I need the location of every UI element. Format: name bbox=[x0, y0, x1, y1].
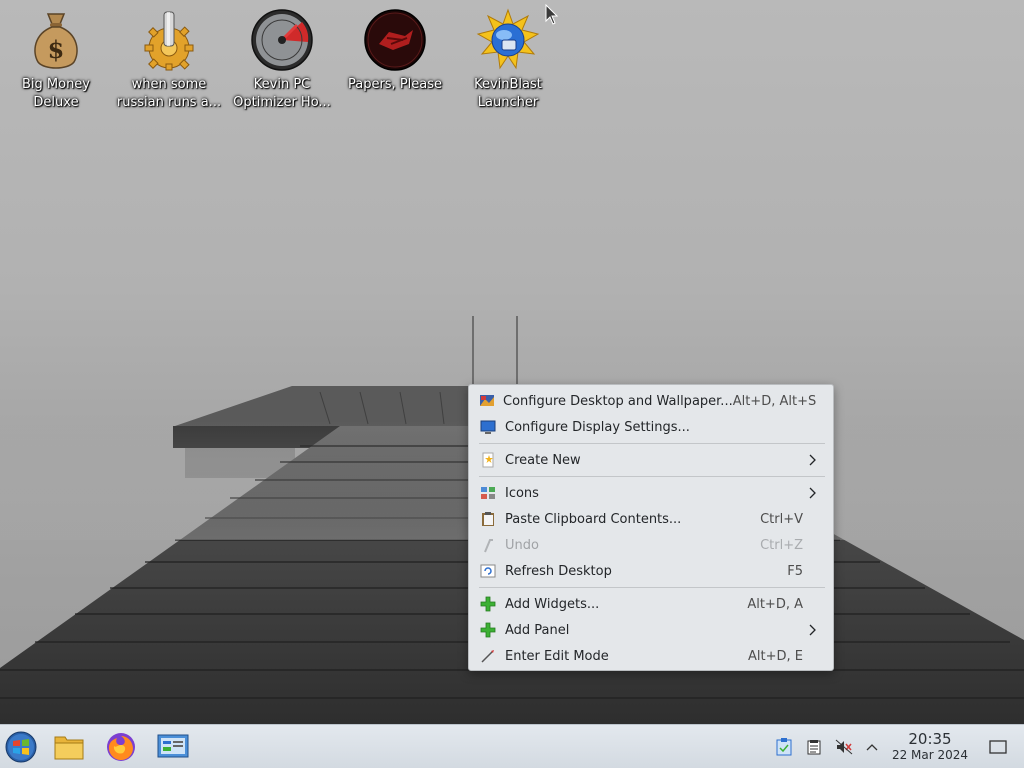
start-menu-icon bbox=[5, 731, 37, 763]
chevron-right-icon bbox=[809, 487, 816, 499]
taskbar: 20:35 22 Mar 2024 bbox=[0, 724, 1024, 768]
svg-text:$: $ bbox=[48, 35, 65, 64]
notes-icon bbox=[807, 740, 821, 755]
desktop-icon-label: Kevin PC Optimizer Ho... bbox=[233, 77, 331, 110]
money-bag-icon: $ bbox=[34, 13, 78, 69]
desktop-icon-label: when some russian runs a... bbox=[116, 77, 222, 110]
menu-item-label: Add Panel bbox=[505, 622, 570, 638]
menu-item-icons[interactable]: Icons bbox=[475, 480, 827, 506]
menu-item-label: Paste Clipboard Contents... bbox=[505, 511, 682, 527]
menu-item-label: Configure Display Settings... bbox=[505, 419, 690, 435]
notes-tray-button[interactable] bbox=[804, 737, 824, 757]
clipboard-tray-button[interactable] bbox=[774, 737, 794, 757]
menu-item-configure-desktop[interactable]: Configure Desktop and Wallpaper... Alt+D… bbox=[475, 388, 827, 414]
menu-item-label: Add Widgets... bbox=[505, 596, 600, 612]
desktop-icon-label: Big Money Deluxe bbox=[21, 77, 90, 110]
menu-item-shortcut: Ctrl+V bbox=[760, 511, 803, 527]
system-settings-icon bbox=[157, 734, 189, 758]
firefox-icon bbox=[107, 733, 135, 761]
desktop-context-menu: Configure Desktop and Wallpaper... Alt+D… bbox=[468, 384, 834, 671]
menu-item-paste[interactable]: Paste Clipboard Contents... Ctrl+V bbox=[475, 506, 827, 532]
clipboard-icon bbox=[776, 738, 792, 756]
menu-separator bbox=[479, 587, 825, 588]
paste-icon bbox=[479, 510, 497, 528]
icons-view-icon bbox=[479, 484, 497, 502]
desktop-icon-papers-please[interactable]: Papers, Please bbox=[339, 8, 451, 94]
muted-speaker-icon bbox=[835, 739, 853, 755]
menu-item-shortcut: Alt+D, E bbox=[748, 648, 803, 664]
menu-item-configure-display[interactable]: Configure Display Settings... bbox=[475, 414, 827, 440]
menu-item-add-panel[interactable]: Add Panel bbox=[475, 617, 827, 643]
menu-item-label: Configure Desktop and Wallpaper... bbox=[503, 393, 733, 409]
undo-icon bbox=[479, 536, 497, 554]
desktop-icon-label: Papers, Please bbox=[347, 77, 443, 92]
menu-item-shortcut: Ctrl+Z bbox=[760, 537, 803, 553]
kevinblast-icon bbox=[476, 8, 540, 70]
new-file-icon bbox=[479, 451, 497, 469]
show-desktop-icon bbox=[989, 740, 1007, 754]
firefox-button[interactable] bbox=[104, 730, 138, 764]
display-settings-icon bbox=[479, 418, 497, 436]
desktop-icon-russian-runs[interactable]: when some russian runs a... bbox=[113, 8, 225, 112]
clock-time: 20:35 bbox=[908, 730, 952, 748]
menu-item-shortcut: Alt+D, A bbox=[747, 596, 803, 612]
add-icon bbox=[479, 621, 497, 639]
edit-mode-icon bbox=[479, 647, 497, 665]
add-icon bbox=[479, 595, 497, 613]
tray-expand-button[interactable] bbox=[862, 737, 882, 757]
menu-item-label: Create New bbox=[505, 452, 581, 468]
desktop-icon-big-money-deluxe[interactable]: $ Big Money Deluxe bbox=[0, 8, 112, 112]
menu-item-enter-edit-mode[interactable]: Enter Edit Mode Alt+D, E bbox=[475, 643, 827, 669]
volume-tray-button[interactable] bbox=[834, 737, 854, 757]
gear-icon bbox=[144, 11, 194, 71]
chevron-right-icon bbox=[809, 624, 816, 636]
menu-separator bbox=[479, 443, 825, 444]
mouse-cursor-icon bbox=[545, 4, 559, 25]
menu-item-shortcut: F5 bbox=[787, 563, 803, 579]
clock-date: 22 Mar 2024 bbox=[891, 748, 969, 762]
chevron-right-icon bbox=[809, 454, 816, 466]
configure-desktop-icon bbox=[479, 392, 495, 410]
papers-please-icon bbox=[364, 9, 426, 71]
desktop-icon-kevin-pc-optimizer[interactable]: Kevin PC Optimizer Ho... bbox=[226, 8, 338, 112]
menu-item-label: Enter Edit Mode bbox=[505, 648, 609, 664]
file-manager-button[interactable] bbox=[52, 730, 86, 764]
menu-item-add-widgets[interactable]: Add Widgets... Alt+D, A bbox=[475, 591, 827, 617]
menu-item-refresh-desktop[interactable]: Refresh Desktop F5 bbox=[475, 558, 827, 584]
menu-item-create-new[interactable]: Create New bbox=[475, 447, 827, 473]
menu-item-label: Refresh Desktop bbox=[505, 563, 612, 579]
speedometer-icon bbox=[251, 9, 313, 71]
show-desktop-button[interactable] bbox=[988, 737, 1008, 757]
menu-item-label: Undo bbox=[505, 537, 539, 553]
menu-separator bbox=[479, 476, 825, 477]
file-manager-icon bbox=[54, 736, 84, 760]
system-settings-button[interactable] bbox=[156, 730, 190, 764]
desktop-icon-label: KevinBlast Launcher bbox=[474, 77, 542, 110]
chevron-up-icon bbox=[866, 744, 878, 751]
refresh-icon bbox=[479, 562, 497, 580]
menu-item-label: Icons bbox=[505, 485, 539, 501]
menu-item-undo[interactable]: Undo Ctrl+Z bbox=[475, 532, 827, 558]
start-menu-button[interactable] bbox=[4, 730, 38, 764]
digital-clock[interactable]: 20:35 22 Mar 2024 bbox=[886, 730, 974, 763]
menu-item-shortcut: Alt+D, Alt+S bbox=[732, 393, 817, 409]
